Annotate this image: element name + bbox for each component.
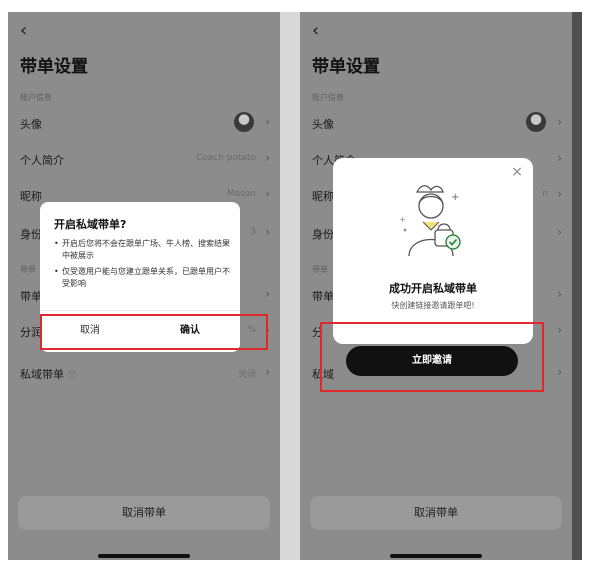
chevron-right-icon: ›	[557, 187, 562, 201]
chevron-right-icon: ›	[557, 287, 562, 301]
cancel-copy-button[interactable]: 取消带单	[18, 496, 270, 530]
info-icon[interactable]: ⓘ	[68, 371, 77, 381]
section-header-copy: 带单	[312, 265, 328, 274]
success-subtitle: 快创建链接邀请跟单吧!	[391, 301, 475, 310]
page-title: 带单设置	[312, 57, 380, 77]
chevron-right-icon: ›	[265, 187, 270, 201]
chevron-right-icon: ›	[557, 225, 562, 239]
bio-label: 个人简介	[20, 154, 64, 167]
chevron-right-icon: ›	[265, 365, 270, 379]
private-value: 关闭	[237, 370, 256, 380]
avatar-row[interactable]: 头像 ›	[8, 112, 280, 134]
dialog-bullet: 开启后您将不会在跟单广场、牛人榜、搜索结果中被展示	[54, 238, 232, 262]
identity-label: 身份	[312, 228, 334, 241]
identity-label: 身份	[20, 228, 42, 241]
left-phone-screen: ‹ 带单设置 账户信息 头像 › 个人简介 Coach potato › 昵称 …	[8, 12, 280, 560]
section-header-copy: 带单	[20, 265, 36, 274]
cancel-copy-button[interactable]: 取消带单	[310, 496, 562, 530]
chevron-right-icon: ›	[557, 151, 562, 165]
right-phone-screen: ‹ 带单设置 账户信息 头像 › 个人简介 › 昵称 n › 身份 › 带单 带…	[300, 12, 572, 560]
private-label: 私域带单 ⓘ	[20, 368, 77, 381]
chevron-right-icon: ›	[557, 365, 562, 379]
chevron-right-icon: ›	[265, 287, 270, 301]
back-icon[interactable]: ‹	[312, 20, 319, 41]
private-copy-row[interactable]: 私域带单 ⓘ 关闭 ›	[8, 364, 280, 384]
success-dialog: × + + 成功开启私域带单 快创建链接邀请跟单吧!	[333, 158, 533, 344]
bio-row[interactable]: 个人简介 Coach potato ›	[8, 150, 280, 170]
svg-text:+: +	[399, 215, 406, 224]
avatar	[234, 112, 254, 132]
split-label: 分润	[20, 326, 42, 339]
svg-text:+: +	[451, 192, 459, 203]
chevron-right-icon: ›	[265, 151, 270, 165]
dialog-title: 开启私域带单?	[54, 218, 127, 231]
section-header-account: 账户信息	[312, 93, 344, 102]
copy-label: 带单	[20, 290, 42, 303]
home-indicator	[98, 554, 190, 558]
chevron-right-icon: ›	[265, 115, 270, 129]
dialog-bullets: 开启后您将不会在跟单广场、牛人榜、搜索结果中被展示 仅受邀用户能与您建立跟单关系…	[54, 238, 232, 294]
avatar-label: 头像	[312, 118, 334, 131]
avatar-label: 头像	[20, 118, 42, 131]
bio-value: Coach potato	[195, 153, 256, 163]
avatar	[526, 112, 546, 132]
dialog-divider	[40, 310, 240, 311]
nickname-value: n	[542, 189, 548, 199]
chevron-right-icon: ›	[265, 225, 270, 239]
page-title: 带单设置	[20, 57, 88, 77]
avatar-row[interactable]: 头像 ›	[300, 112, 572, 134]
close-icon[interactable]: ×	[511, 164, 523, 180]
chevron-right-icon: ›	[557, 115, 562, 129]
nickname-label: 昵称	[20, 190, 42, 203]
highlight-box	[320, 322, 544, 392]
identity-value: 3	[250, 227, 256, 237]
highlight-box	[40, 314, 268, 350]
divider	[280, 12, 300, 560]
screen-edge	[572, 12, 582, 560]
home-indicator	[390, 554, 482, 558]
section-header-account: 账户信息	[20, 93, 52, 102]
back-icon[interactable]: ‹	[20, 20, 27, 41]
chevron-right-icon: ›	[557, 323, 562, 337]
nickname-value: Mason	[226, 189, 256, 199]
copy-label: 带单	[312, 290, 334, 303]
success-title: 成功开启私域带单	[389, 282, 477, 295]
nickname-label: 昵称	[312, 190, 334, 203]
dialog-bullet: 仅受邀用户能与您建立跟单关系，已跟单用户不受影响	[54, 266, 232, 290]
success-illustration-icon: + +	[399, 185, 461, 257]
